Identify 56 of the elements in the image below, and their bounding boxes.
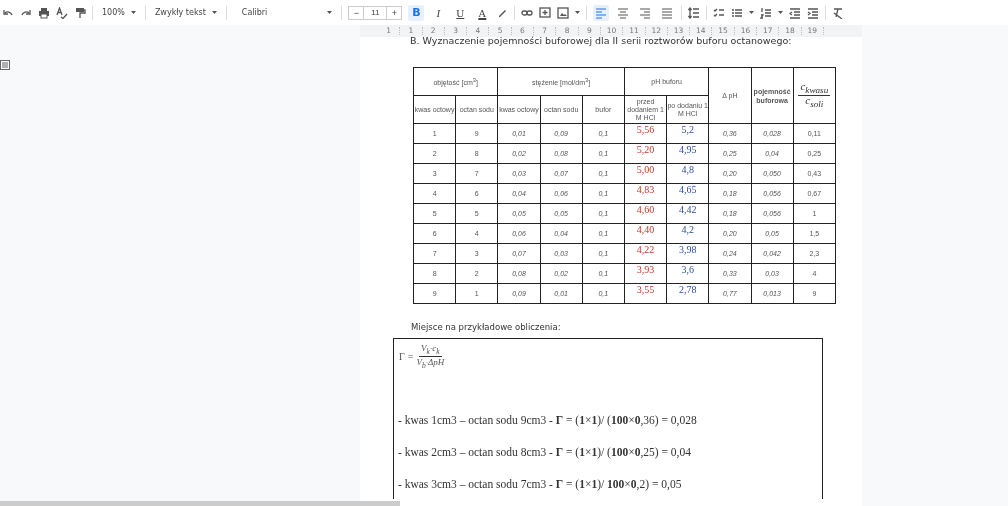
italic-button[interactable]: I bbox=[430, 4, 447, 21]
font-size-field[interactable]: 11 bbox=[364, 5, 387, 20]
equals-sign: = bbox=[407, 350, 414, 362]
caret-icon bbox=[211, 11, 217, 14]
table-cell: 5,00 bbox=[624, 163, 667, 184]
table-cell: 5,20 bbox=[624, 143, 667, 164]
text-color-button[interactable]: A bbox=[474, 4, 491, 21]
caret-icon bbox=[749, 11, 755, 14]
table-cell: 3,6 bbox=[666, 263, 709, 284]
increase-indent-icon[interactable] bbox=[807, 6, 820, 19]
clear-formatting-icon[interactable] bbox=[832, 6, 845, 19]
table-cell: 5,56 bbox=[624, 123, 667, 144]
calculation-line: - kwas 1cm3 – octan sodu 9cm3 - Γ = (1×1)/ (100×0,36) = 0,028 bbox=[398, 413, 698, 426]
formula-symbol: Γ bbox=[399, 350, 405, 362]
calculation-line: - kwas 2cm3 – octan sodu 8cm3 - Γ = (1×1)/ (100×0,25) = 0,04 bbox=[398, 445, 692, 458]
paragraph-style-dropdown[interactable]: Zwykły tekst bbox=[151, 6, 220, 19]
table-cell: 4,65 bbox=[666, 183, 709, 204]
table-cell: 5,2 bbox=[666, 123, 709, 144]
underline-button[interactable]: U bbox=[452, 4, 469, 21]
decrease-font-size-button[interactable]: − bbox=[348, 5, 365, 20]
print-icon[interactable] bbox=[38, 6, 50, 19]
add-comment-icon[interactable] bbox=[539, 6, 552, 19]
caret-icon bbox=[778, 11, 784, 14]
table-cell: 4,2 bbox=[666, 223, 709, 244]
section-heading: B. Wyznaczenie pojemności buforowej dla II serii roztworów buforu octanowego: bbox=[409, 37, 793, 45]
table-cell: 4,40 bbox=[624, 223, 667, 244]
decrease-indent-icon[interactable] bbox=[789, 6, 802, 19]
caret-icon bbox=[575, 11, 581, 14]
caret-icon bbox=[130, 11, 136, 14]
bold-button[interactable]: B bbox=[408, 4, 425, 21]
image-icon[interactable] bbox=[557, 6, 570, 19]
zoom-dropdown[interactable]: 100% bbox=[99, 6, 139, 19]
calculation-label: Miejsce na przykładowe obliczenia: bbox=[411, 322, 562, 332]
ratio-column-header: c$_{kwasu}$ c$_{soli}$ bbox=[798, 81, 831, 110]
table-cell: 4,83 bbox=[624, 183, 667, 204]
horizontal-scrollbar[interactable] bbox=[0, 501, 400, 506]
table-cell: 4,8 bbox=[666, 163, 709, 184]
table-cell: 3,55 bbox=[624, 283, 667, 304]
numbered-list-icon[interactable] bbox=[760, 6, 773, 19]
font-dropdown[interactable]: Calibri bbox=[238, 6, 336, 19]
spellcheck-icon[interactable] bbox=[56, 6, 68, 19]
paint-format-icon[interactable] bbox=[74, 6, 86, 19]
table-cell: 2,78 bbox=[666, 283, 709, 304]
formula-fraction: V$_{k}$·c$_{k}$ V$_{b}$·ΔpH bbox=[416, 343, 445, 370]
table-cell: 3,93 bbox=[624, 263, 667, 284]
calculation-line: - kwas 3cm3 – octan sodu 7cm3 - Γ = (1×1)/ 100×0,2) = 0,05 bbox=[398, 477, 683, 490]
table-cell: 4,60 bbox=[624, 203, 667, 224]
bulleted-list-icon[interactable] bbox=[731, 6, 744, 19]
table-cell: 4,22 bbox=[624, 243, 667, 264]
increase-font-size-button[interactable]: + bbox=[386, 5, 403, 20]
line-spacing-icon[interactable] bbox=[688, 6, 701, 19]
table-cell: 3,98 bbox=[666, 243, 709, 264]
checklist-icon[interactable] bbox=[713, 6, 726, 19]
table-cell: 4,95 bbox=[666, 143, 709, 164]
table-cell: 4,42 bbox=[666, 203, 709, 224]
caret-icon bbox=[327, 11, 333, 14]
